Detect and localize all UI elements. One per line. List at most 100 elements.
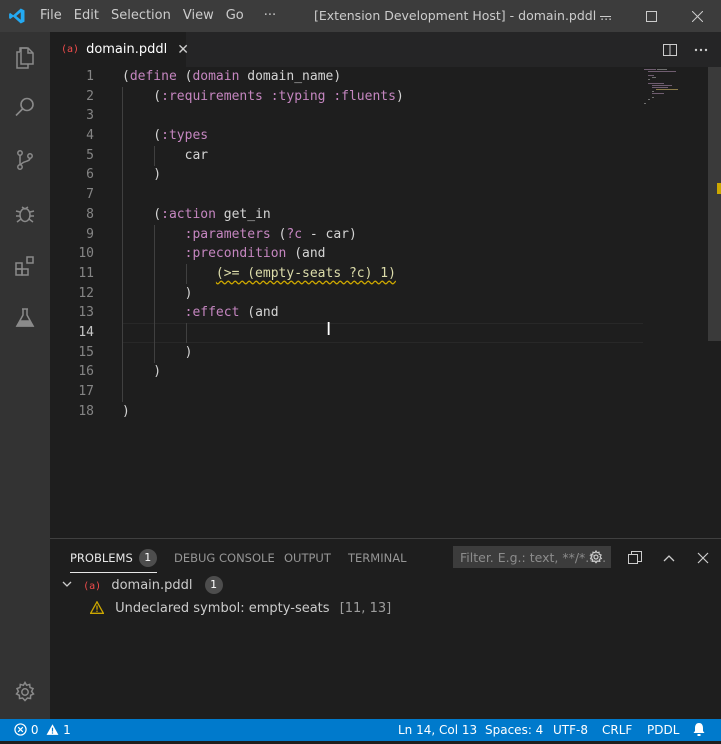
- code-token: ): [122, 403, 130, 419]
- test-icon[interactable]: [0, 294, 50, 342]
- line-number: 18: [78, 403, 94, 419]
- code-token: (and: [239, 305, 279, 321]
- warning-icon: [89, 600, 106, 622]
- minimap[interactable]: [642, 67, 712, 107]
- editor-scrollbar[interactable]: [708, 67, 721, 538]
- line-number: 10: [78, 246, 94, 262]
- line-number: 11: [78, 265, 94, 281]
- chevron-down-icon[interactable]: [62, 575, 76, 597]
- code-line: (:types: [122, 126, 642, 146]
- code-text[interactable]: (define (domain domain_name) (:requireme…: [122, 67, 642, 421]
- code-token: :effect: [184, 305, 240, 321]
- problem-message: Undeclared symbol: empty-seats: [115, 601, 330, 616]
- menu-view[interactable]: View: [177, 0, 220, 32]
- code-token: (: [122, 128, 162, 144]
- code-token: :requirements :typing :fluents: [161, 88, 396, 104]
- status-bar: 0 1 Ln 14, Col 13 Spaces: 4 UTF-8 CRLF P…: [0, 719, 721, 741]
- indentation-status[interactable]: Spaces: 4: [485, 719, 543, 741]
- code-line: ): [122, 165, 642, 185]
- code-line: (:action get_in: [122, 205, 642, 225]
- code-token: (and: [286, 246, 326, 262]
- code-token: (: [122, 88, 162, 104]
- filter-placeholder: Filter. E.g.: text, **/*.t...: [460, 550, 607, 565]
- line-number: 16: [78, 364, 94, 380]
- close-panel-icon[interactable]: [691, 546, 715, 570]
- code-token: :types: [161, 128, 209, 144]
- line-number: 2: [86, 88, 94, 104]
- editor-tab-bar: (a) domain.pddl ✕: [50, 32, 721, 67]
- code-token: (: [122, 69, 130, 84]
- code-token: :action: [161, 206, 216, 222]
- code-token: ): [122, 344, 193, 360]
- code-line: :effect (and: [122, 303, 642, 323]
- split-editor-icon[interactable]: [656, 32, 684, 67]
- code-editor[interactable]: 1 2 3 4 5 6 7 8 9 10 11 12 13 14 15 16 17 18 (define (dom…: [50, 67, 721, 538]
- code-line: :precondition (and: [122, 244, 642, 264]
- pddl-file-icon: (a): [83, 581, 102, 592]
- tab-domain-pddl[interactable]: (a) domain.pddl ✕: [50, 32, 189, 67]
- menu-more[interactable]: ···: [250, 0, 282, 32]
- warning-marker: [717, 183, 721, 194]
- vscode-logo-icon: [0, 0, 34, 32]
- bottom-panel: PROBLEMS 1 DEBUG CONSOLE OUTPUT TERMINAL …: [50, 538, 721, 720]
- tab-output[interactable]: OUTPUT: [284, 539, 331, 574]
- code-token: define: [129, 69, 177, 84]
- menu-file[interactable]: File: [34, 0, 68, 32]
- search-icon[interactable]: [0, 83, 50, 131]
- error-count: 0: [30, 723, 39, 737]
- activity-bar: [0, 32, 50, 719]
- code-line: ): [122, 402, 642, 422]
- problem-item[interactable]: Undeclared symbol: empty-seats [11, 13]: [89, 598, 391, 622]
- code-token: :precondition: [184, 246, 287, 262]
- settings-gear-icon[interactable]: [0, 668, 50, 716]
- maximize-button[interactable]: [628, 0, 674, 32]
- problems-file-row[interactable]: (a) domain.pddl 1: [62, 575, 223, 597]
- language-mode[interactable]: PDDL: [647, 719, 679, 741]
- source-control-icon[interactable]: [0, 136, 50, 184]
- line-number: 13: [78, 305, 94, 321]
- collapse-all-icon[interactable]: [623, 546, 647, 570]
- close-window-button[interactable]: [674, 0, 720, 32]
- code-line: :parameters (?c - car): [122, 225, 642, 245]
- code-line: (define (domain domain_name): [122, 67, 642, 87]
- tab-debug-console[interactable]: DEBUG CONSOLE: [174, 539, 275, 574]
- explorer-icon[interactable]: [0, 34, 50, 82]
- menu-edit[interactable]: Edit: [68, 0, 105, 32]
- filter-settings-icon[interactable]: [588, 549, 604, 565]
- code-line: ): [122, 343, 642, 363]
- window-title: [Extension Development Host] - domain.pd…: [314, 8, 613, 23]
- debug-icon[interactable]: [0, 189, 50, 237]
- tab-terminal[interactable]: TERMINAL: [348, 539, 406, 574]
- more-actions-icon[interactable]: [687, 32, 715, 67]
- text-cursor-icon: I: [326, 319, 332, 340]
- encoding-status[interactable]: UTF-8: [553, 719, 588, 741]
- maximize-panel-icon[interactable]: [657, 546, 681, 570]
- line-number: 6: [86, 167, 94, 183]
- extensions-icon[interactable]: [0, 242, 50, 290]
- code-token: - car): [302, 226, 357, 242]
- cursor-position[interactable]: Ln 14, Col 13: [398, 719, 477, 741]
- code-token: (: [270, 226, 287, 242]
- menu-go[interactable]: Go: [220, 0, 250, 32]
- code-line: (>= (empty-seats ?c) 1): [122, 264, 642, 284]
- title-bar: File Edit Selection View Go ··· [Extensi…: [0, 0, 721, 32]
- problems-status[interactable]: 0 1: [14, 719, 71, 743]
- line-number: 12: [78, 285, 94, 301]
- minimize-button[interactable]: [582, 0, 628, 32]
- tab-problems[interactable]: PROBLEMS 1: [70, 539, 157, 573]
- code-token: domain_name): [239, 69, 342, 84]
- line-number: 7: [86, 187, 94, 203]
- scrollbar-thumb[interactable]: [708, 67, 721, 341]
- tab-file-name: domain.pddl: [86, 42, 168, 57]
- line-number: 15: [78, 344, 94, 360]
- menu-selection[interactable]: Selection: [105, 0, 177, 32]
- code-token: ): [122, 285, 193, 301]
- eol-status[interactable]: CRLF: [602, 719, 632, 741]
- line-number: 4: [86, 128, 94, 144]
- tab-close-icon[interactable]: ✕: [177, 42, 189, 58]
- error-icon: [14, 721, 27, 743]
